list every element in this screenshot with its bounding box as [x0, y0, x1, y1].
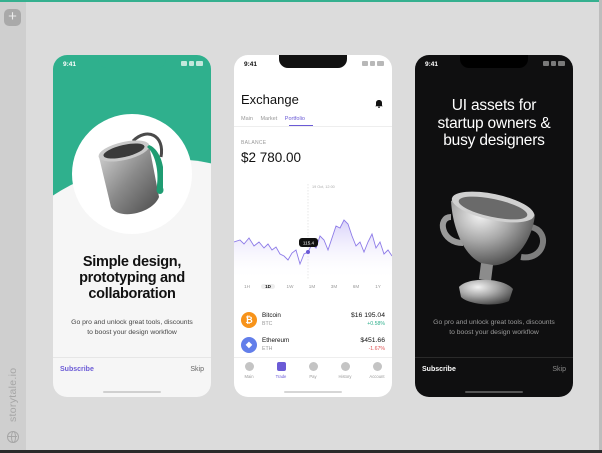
chart-marker-value: 115.4 — [303, 241, 315, 246]
range-1y[interactable]: 1Y — [371, 284, 385, 289]
headline-line-3: collaboration — [88, 286, 176, 302]
range-1d[interactable]: 1D — [261, 284, 275, 289]
subtitle: Go pro and unlock great tools, discounts… — [61, 318, 203, 337]
phone-screen-exchange: 9:41 Exchange Main Market Portfolio BALA… — [234, 55, 392, 397]
page-title: Exchange — [241, 92, 299, 107]
nav-account[interactable]: Account — [364, 362, 390, 379]
skip-button[interactable]: Skip — [190, 366, 204, 373]
globe-icon[interactable] — [7, 431, 19, 443]
coin-change: +0.58% — [367, 321, 385, 327]
clock-icon — [340, 362, 350, 371]
subtitle: Go pro and unlock great tools, discounts… — [423, 318, 565, 337]
coin-ticker: BTC — [262, 321, 273, 327]
home-indicator — [465, 391, 523, 393]
phone-screen-simple-design: 9:41 Simple design, prototyping and coll… — [53, 55, 211, 397]
coin-name: Ethereum — [262, 337, 290, 344]
plus-circle-icon — [308, 362, 318, 371]
bottom-navigation: Main Trade Pay History Account — [234, 357, 392, 383]
range-6m[interactable]: 6M — [349, 284, 363, 289]
tabs-divider — [234, 126, 392, 127]
skip-button[interactable]: Skip — [552, 366, 566, 373]
ethereum-icon: ◆ — [241, 337, 257, 353]
phone-screen-ui-assets: 9:41 UI assets for startup owners & busy… — [415, 55, 573, 397]
nav-label: Account — [369, 374, 385, 379]
nav-main[interactable]: Main — [236, 362, 262, 379]
nav-pay[interactable]: Pay — [300, 362, 326, 379]
subtitle-line-2: to boost your design workflow — [87, 328, 177, 336]
status-icons — [181, 61, 203, 66]
notch — [279, 55, 347, 68]
range-1m[interactable]: 1M — [305, 284, 319, 289]
sidebar: + storytale.io — [0, 2, 26, 450]
time-range-selector: 1H 1D 1W 1M 3M 6M 1Y — [234, 284, 392, 292]
bitcoin-icon: ₿ — [241, 312, 257, 328]
coin-ticker: ETH — [262, 346, 273, 352]
headline: UI assets for startup owners & busy desi… — [425, 97, 563, 150]
range-3m[interactable]: 3M — [327, 284, 341, 289]
nav-label: Pay — [309, 374, 317, 379]
balance-label: BALANCE — [241, 140, 267, 146]
portfolio-chart[interactable]: 115.4 19 Oct, 12:00 — [234, 180, 392, 280]
subtitle-line-2: to boost your design workflow — [449, 328, 539, 336]
status-icons — [543, 61, 565, 66]
headline-line-1: Simple design, — [82, 254, 182, 270]
nav-label: Trade — [275, 374, 287, 379]
tabs: Main Market Portfolio — [241, 116, 311, 122]
bell-icon[interactable] — [375, 95, 383, 108]
chart-point-marker — [306, 250, 310, 254]
nav-label: Main — [244, 374, 254, 379]
brand-watermark[interactable]: storytale.io — [3, 362, 23, 426]
paint-bucket-illustration — [89, 127, 175, 223]
headline-line-1: UI assets for — [451, 97, 537, 114]
tab-portfolio[interactable]: Portfolio — [285, 116, 305, 122]
nav-trade[interactable]: Trade — [268, 362, 294, 379]
headline-line-3: busy designers — [443, 132, 545, 149]
coin-price: $16 195.04 — [350, 312, 385, 319]
brand-label: storytale.io — [7, 367, 19, 422]
top-accent-line — [0, 0, 602, 2]
tab-main[interactable]: Main — [241, 116, 253, 122]
home-icon — [244, 362, 254, 371]
divider — [415, 357, 573, 358]
coin-change: -1.67% — [368, 346, 385, 352]
home-indicator — [284, 391, 342, 393]
nav-history[interactable]: History — [332, 362, 358, 379]
subscribe-button[interactable]: Subscribe — [60, 366, 94, 373]
coin-price: $451.66 — [360, 337, 385, 344]
coin-name: Bitcoin — [262, 312, 281, 319]
chart-area — [234, 220, 392, 280]
status-time: 9:41 — [244, 61, 258, 68]
status-time: 9:41 — [425, 61, 439, 68]
headline-line-2: startup owners & — [437, 114, 551, 132]
nav-label: History — [338, 374, 352, 379]
headline: Simple design, prototyping and collabora… — [63, 254, 201, 302]
subtitle-line-1: Go pro and unlock great tools, discounts — [433, 319, 555, 326]
home-indicator — [103, 391, 161, 393]
status-time: 9:41 — [63, 61, 77, 68]
balance-value: $2 780.00 — [241, 150, 302, 165]
notch — [460, 55, 528, 68]
subtitle-line-1: Go pro and unlock great tools, discounts — [71, 319, 193, 326]
trade-icon — [276, 362, 286, 371]
tab-market[interactable]: Market — [260, 116, 277, 122]
add-button[interactable]: + — [4, 9, 21, 26]
headline-line-2: prototyping and — [79, 270, 185, 286]
user-icon — [372, 362, 382, 371]
subscribe-button[interactable]: Subscribe — [422, 366, 456, 373]
chart-tooltip-date: 19 Oct, 12:00 — [312, 185, 335, 189]
divider — [53, 357, 211, 358]
notch — [98, 55, 166, 68]
range-1h[interactable]: 1H — [240, 284, 254, 289]
status-icons — [362, 61, 384, 66]
range-1w[interactable]: 1W — [283, 284, 297, 289]
trophy-illustration — [437, 173, 553, 308]
